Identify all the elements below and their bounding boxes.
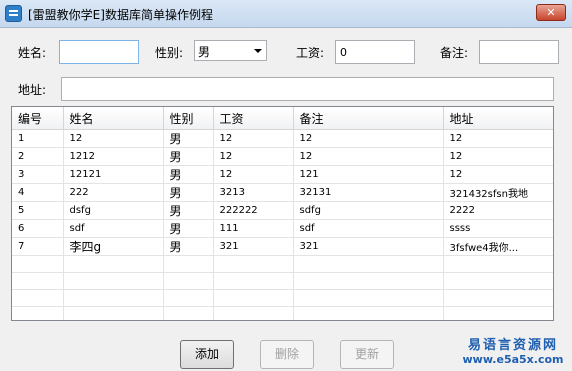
cell-note: sdfg bbox=[293, 201, 444, 220]
cell-id: 2 bbox=[12, 147, 64, 166]
header-id[interactable]: 编号 bbox=[12, 107, 64, 130]
address-label: 地址: bbox=[18, 83, 47, 97]
cell-id: 6 bbox=[12, 219, 64, 238]
cell-salary: 12 bbox=[213, 165, 294, 184]
cell-salary: 3213 bbox=[213, 183, 294, 202]
table-row[interactable]: 6 sdf 男 111 sdf ssss bbox=[12, 219, 553, 238]
header-name[interactable]: 姓名 bbox=[63, 107, 164, 130]
records-table[interactable]: 编号 姓名 性别 工资 备注 地址 1 12 男 12 12 12 2 1212… bbox=[11, 106, 554, 321]
cell-name: sdf bbox=[63, 219, 164, 238]
cell-name: 222 bbox=[63, 183, 164, 202]
cell-address: 3fsfwe4我你... bbox=[443, 237, 553, 256]
cell-gender: 男 bbox=[163, 147, 214, 166]
empty-row bbox=[12, 272, 553, 290]
chevron-down-icon bbox=[254, 49, 262, 53]
cell-id: 7 bbox=[12, 237, 64, 256]
update-button[interactable]: 更新 bbox=[340, 340, 394, 369]
window-title: [雷盟教你学E]数据库简单操作例程 bbox=[28, 8, 213, 22]
cell-address: 321432sfsn我地 bbox=[443, 183, 553, 202]
cell-note: 32131 bbox=[293, 183, 444, 202]
cell-gender: 男 bbox=[163, 201, 214, 220]
add-button[interactable]: 添加 bbox=[180, 340, 234, 369]
cell-name: 1212 bbox=[63, 147, 164, 166]
salary-input[interactable]: 0 bbox=[335, 40, 415, 64]
app-icon bbox=[5, 5, 22, 22]
table-row[interactable]: 7 李四g 男 321 321 3fsfwe4我你... bbox=[12, 237, 553, 256]
cell-salary: 12 bbox=[213, 129, 294, 148]
gender-select-value: 男 bbox=[198, 45, 211, 59]
cell-address: 12 bbox=[443, 129, 553, 148]
watermark-title: 易语言资源网 bbox=[467, 338, 558, 353]
cell-gender: 男 bbox=[163, 219, 214, 238]
gender-label: 性别: bbox=[155, 46, 184, 60]
cell-gender: 男 bbox=[163, 165, 214, 184]
table-row[interactable]: 1 12 男 12 12 12 bbox=[12, 129, 553, 148]
cell-gender: 男 bbox=[163, 237, 214, 256]
empty-row bbox=[12, 255, 553, 273]
cell-name: 12121 bbox=[63, 165, 164, 184]
cell-note: 12 bbox=[293, 147, 444, 166]
cell-note: sdf bbox=[293, 219, 444, 238]
table-row[interactable]: 5 dsfg 男 222222 sdfg 2222 bbox=[12, 201, 553, 220]
cell-id: 3 bbox=[12, 165, 64, 184]
empty-row bbox=[12, 289, 553, 307]
name-label: 姓名: bbox=[18, 46, 47, 60]
address-input[interactable] bbox=[61, 77, 554, 101]
table-row[interactable]: 4 222 男 3213 32131 321432sfsn我地 bbox=[12, 183, 553, 202]
header-salary[interactable]: 工资 bbox=[213, 107, 294, 130]
table-header-row: 编号 姓名 性别 工资 备注 地址 bbox=[12, 107, 553, 130]
cell-address: 12 bbox=[443, 147, 553, 166]
close-button[interactable]: ✕ bbox=[536, 4, 566, 21]
cell-salary: 12 bbox=[213, 147, 294, 166]
cell-gender: 男 bbox=[163, 183, 214, 202]
cell-gender: 男 bbox=[163, 129, 214, 148]
salary-label: 工资: bbox=[296, 46, 325, 60]
cell-salary: 222222 bbox=[213, 201, 294, 220]
cell-salary: 321 bbox=[213, 237, 294, 256]
cell-salary: 111 bbox=[213, 219, 294, 238]
note-label: 备注: bbox=[440, 46, 469, 60]
empty-row bbox=[12, 306, 553, 320]
note-input[interactable] bbox=[479, 40, 559, 64]
table-row[interactable]: 2 1212 男 12 12 12 bbox=[12, 147, 553, 166]
cell-name: dsfg bbox=[63, 201, 164, 220]
cell-name: 12 bbox=[63, 129, 164, 148]
header-gender[interactable]: 性别 bbox=[163, 107, 214, 130]
watermark-url: www.e5a5x.com bbox=[462, 353, 564, 366]
cell-name: 李四g bbox=[63, 237, 164, 256]
header-note[interactable]: 备注 bbox=[293, 107, 444, 130]
cell-id: 1 bbox=[12, 129, 64, 148]
name-input[interactable] bbox=[59, 40, 139, 64]
cell-address: 12 bbox=[443, 165, 553, 184]
gender-select[interactable]: 男 bbox=[194, 40, 267, 61]
cell-note: 121 bbox=[293, 165, 444, 184]
cell-address: ssss bbox=[443, 219, 553, 238]
title-bar: [雷盟教你学E]数据库简单操作例程 ✕ bbox=[0, 0, 572, 28]
cell-id: 5 bbox=[12, 201, 64, 220]
watermark: 易语言资源网 www.e5a5x.com bbox=[458, 334, 568, 366]
delete-button[interactable]: 删除 bbox=[260, 340, 314, 369]
table-row[interactable]: 3 12121 男 12 121 12 bbox=[12, 165, 553, 184]
header-address[interactable]: 地址 bbox=[443, 107, 553, 130]
cell-note: 321 bbox=[293, 237, 444, 256]
cell-address: 2222 bbox=[443, 201, 553, 220]
cell-note: 12 bbox=[293, 129, 444, 148]
cell-id: 4 bbox=[12, 183, 64, 202]
